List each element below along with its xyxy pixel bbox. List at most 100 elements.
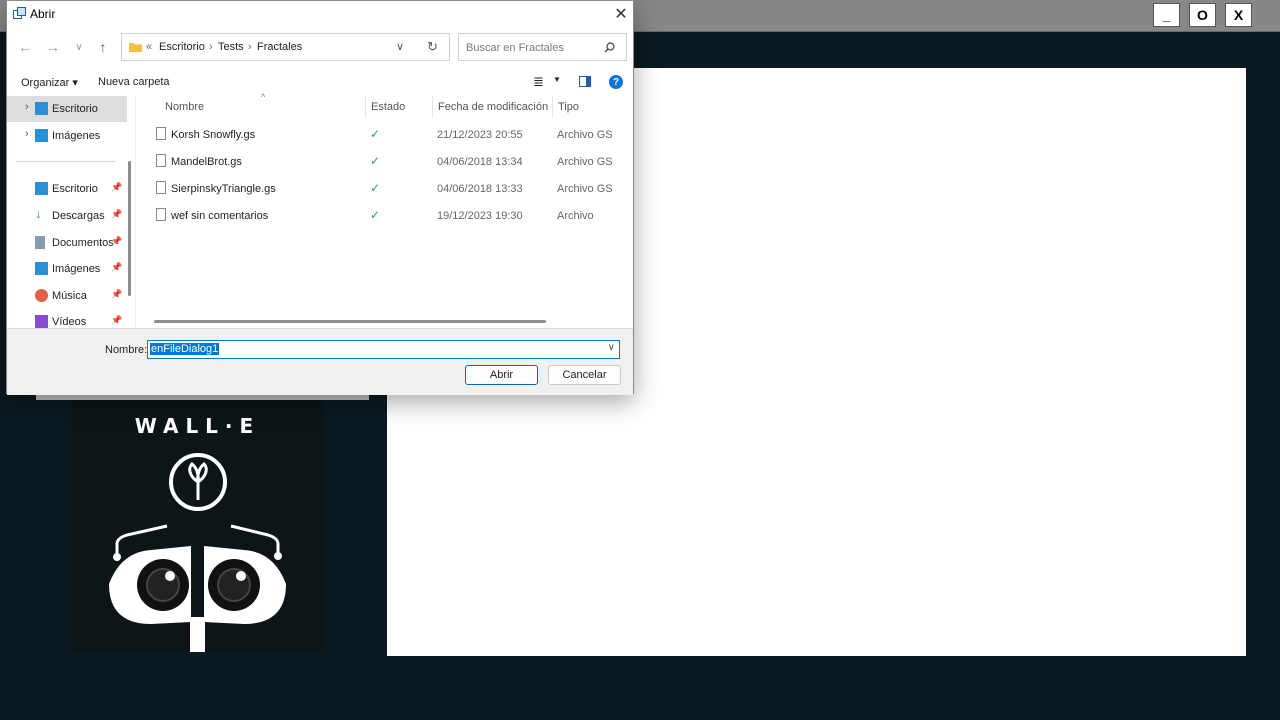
help-icon[interactable]: ? [609, 75, 623, 89]
close-app-button[interactable]: X [1225, 3, 1252, 27]
breadcrumb-separator: › [248, 41, 252, 53]
quick-access-escritorio[interactable]: Escritorio 📌 [7, 176, 127, 202]
pin-icon: 📌 [111, 315, 123, 325]
file-icon [156, 154, 166, 167]
breadcrumb-separator: › [209, 41, 213, 53]
quick-access-documentos[interactable]: Documentos 📌 [7, 230, 127, 256]
desktop-icon [35, 182, 48, 195]
nav-label: Vídeos [52, 316, 87, 328]
breadcrumb-tests[interactable]: Tests [218, 41, 244, 53]
maximize-button[interactable]: O [1189, 3, 1216, 27]
minimize-button[interactable]: _ [1153, 3, 1180, 27]
nav-tree-imagenes[interactable]: › Imágenes [7, 123, 127, 149]
search-placeholder: Buscar en Fractales [466, 42, 564, 54]
nav-label: Música [52, 290, 87, 302]
sync-status-icon: ✓ [370, 208, 381, 222]
pin-icon: 📌 [111, 209, 123, 219]
pin-icon: 📌 [111, 236, 123, 246]
nav-tree-escritorio[interactable]: › Escritorio [7, 96, 127, 122]
file-name: Korsh Snowfly.gs [171, 129, 256, 141]
expand-chevron-icon[interactable]: › [25, 101, 29, 113]
sync-status-icon: ✓ [370, 181, 381, 195]
column-header-status[interactable]: Estado [371, 101, 405, 113]
file-row[interactable]: MandelBrot.gs ✓ 04/06/2018 13:34 Archivo… [136, 148, 633, 175]
column-header-modified[interactable]: Fecha de modificación [438, 101, 548, 113]
pin-icon: 📌 [111, 289, 123, 299]
quick-access-musica[interactable]: Música 📌 [7, 283, 127, 309]
dialog-titlebar: Abrir ✕ [7, 1, 633, 26]
file-modified: 04/06/2018 13:34 [437, 156, 523, 168]
search-input[interactable]: Buscar en Fractales [458, 33, 627, 61]
column-header-name[interactable]: Nombre [165, 101, 204, 113]
recent-chevron-icon[interactable]: ∨ [70, 38, 88, 56]
navigation-pane: › Escritorio › Imágenes Escritorio 📌 ↓ D… [7, 96, 135, 328]
document-icon [35, 236, 45, 249]
wall-e-logo: WALL·E [134, 414, 261, 438]
column-divider[interactable] [552, 96, 553, 118]
view-dropdown-icon[interactable]: ▼ [553, 75, 561, 84]
nav-label: Imágenes [52, 263, 101, 275]
filename-input[interactable]: enFileDialog1 ∨ [147, 340, 620, 359]
open-file-dialog: Abrir ✕ ← → ∨ ↑ « Escritorio › Tests › F… [6, 0, 634, 395]
address-bar[interactable]: « Escritorio › Tests › Fractales ∨ ↻ [121, 33, 450, 61]
up-arrow-icon[interactable]: ↑ [94, 38, 112, 56]
column-divider[interactable] [432, 96, 433, 118]
preview-pane-icon[interactable] [579, 76, 591, 87]
nav-label: Documentos [52, 237, 114, 249]
file-type: Archivo GS [557, 129, 613, 141]
file-name: wef sin comentarios [171, 210, 269, 222]
pin-icon: 📌 [111, 182, 123, 192]
picture-icon [35, 262, 48, 275]
nav-label: Imágenes [52, 130, 101, 142]
music-icon [35, 289, 48, 302]
breadcrumb-fractales[interactable]: Fractales [257, 41, 302, 53]
breadcrumb-overflow[interactable]: « [146, 41, 152, 53]
pin-icon: 📌 [111, 262, 123, 272]
file-row[interactable]: wef sin comentarios ✓ 19/12/2023 19:30 A… [136, 202, 633, 229]
search-icon [604, 42, 615, 53]
nav-label: Escritorio [52, 183, 98, 195]
app-icon [13, 7, 26, 19]
file-type: Archivo GS [557, 156, 613, 168]
quick-access-descargas[interactable]: ↓ Descargas 📌 [7, 203, 127, 229]
nav-scrollbar[interactable] [128, 161, 131, 296]
wall-e-image: WALL·E [71, 402, 324, 652]
close-dialog-button[interactable]: ✕ [611, 4, 631, 23]
file-modified: 19/12/2023 19:30 [437, 210, 523, 222]
address-dropdown-icon[interactable]: ∨ [396, 40, 404, 53]
quick-access-imagenes[interactable]: Imágenes 📌 [7, 256, 127, 282]
open-button[interactable]: Abrir [465, 365, 538, 385]
dialog-title: Abrir [30, 7, 56, 21]
file-list: ^ Nombre Estado Fecha de modificación Ti… [136, 92, 633, 328]
column-divider[interactable] [365, 96, 366, 118]
expand-chevron-icon[interactable]: › [25, 128, 29, 140]
download-icon: ↓ [35, 206, 42, 221]
picture-icon [35, 129, 48, 142]
forward-arrow-icon[interactable]: → [44, 38, 62, 56]
file-icon [156, 208, 166, 221]
back-arrow-icon[interactable]: ← [16, 38, 34, 56]
chevron-down-icon[interactable]: ∨ [608, 342, 615, 353]
file-name: MandelBrot.gs [171, 156, 242, 168]
breadcrumb-escritorio[interactable]: Escritorio [159, 41, 205, 53]
sync-status-icon: ✓ [370, 127, 381, 141]
sync-status-icon: ✓ [370, 154, 381, 168]
view-list-icon[interactable]: ≣ [533, 74, 544, 90]
new-folder-button[interactable]: Nueva carpeta [98, 76, 170, 88]
file-row[interactable]: Korsh Snowfly.gs ✓ 21/12/2023 20:55 Arch… [136, 121, 633, 148]
file-row[interactable]: SierpinskyTriangle.gs ✓ 04/06/2018 13:33… [136, 175, 633, 202]
dialog-footer: Nombre: enFileDialog1 ∨ Abrir Cancelar [7, 328, 633, 395]
command-bar: Organizar ▾ Nueva carpeta ≣ ▼ ? [7, 68, 633, 97]
cancel-button[interactable]: Cancelar [548, 365, 621, 385]
column-header-type[interactable]: Tipo [558, 101, 579, 113]
file-list-scrollbar[interactable] [154, 320, 546, 323]
navigation-bar: ← → ∨ ↑ « Escritorio › Tests › Fractales… [7, 26, 633, 68]
refresh-icon[interactable]: ↻ [427, 39, 438, 55]
nav-label: Escritorio [52, 103, 98, 115]
organize-menu[interactable]: Organizar ▾ [21, 76, 78, 89]
file-type: Archivo GS [557, 183, 613, 195]
video-icon [35, 315, 48, 328]
file-icon [156, 127, 166, 140]
desktop-icon [35, 102, 48, 115]
file-type: Archivo [557, 210, 594, 222]
